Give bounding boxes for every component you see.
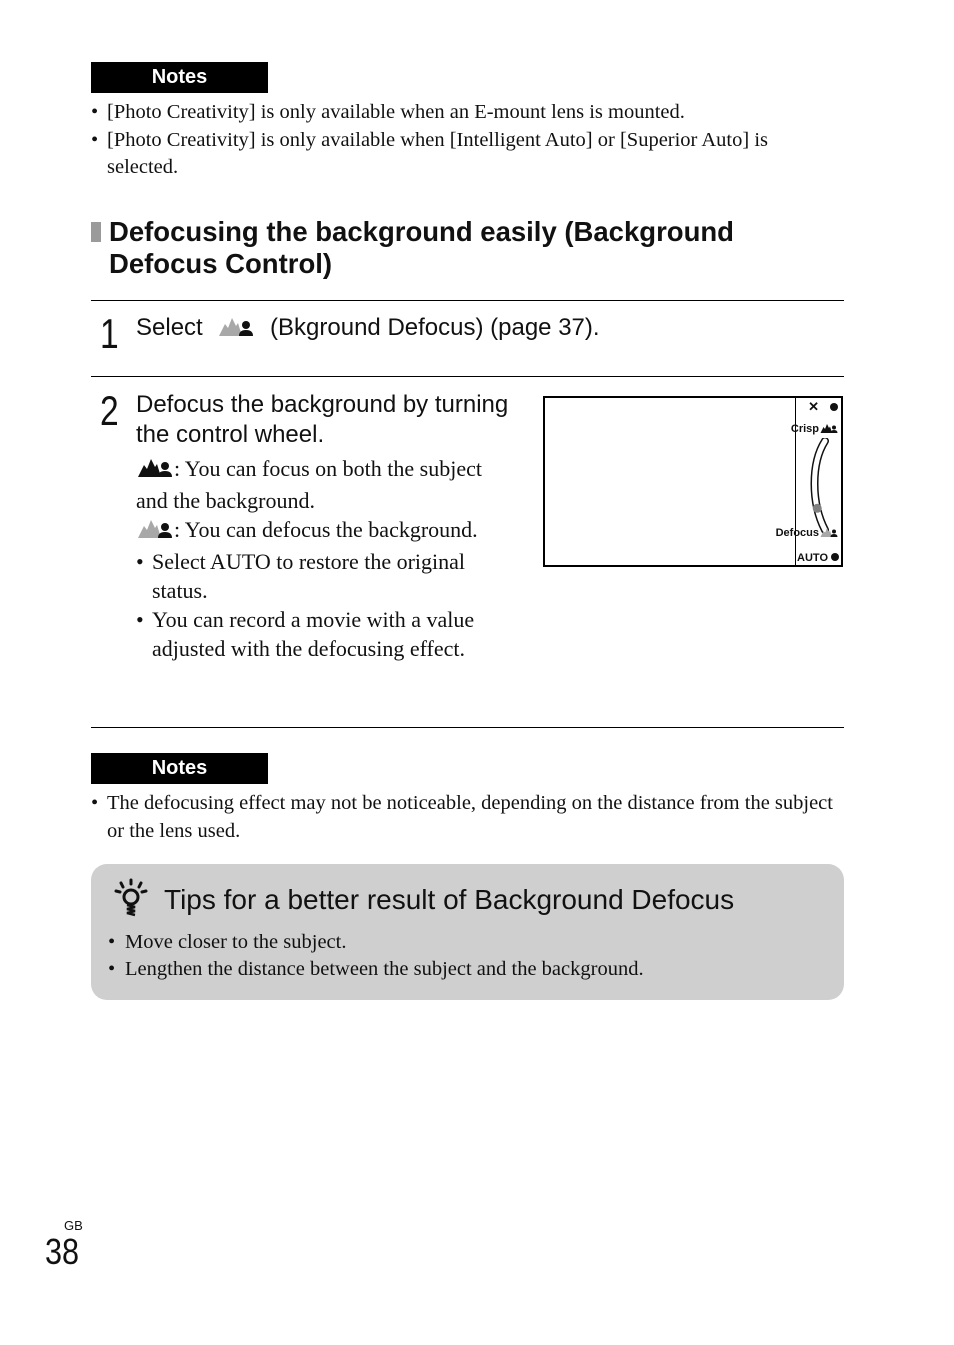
divider: [91, 376, 844, 377]
close-icon: ✕: [808, 399, 819, 414]
close-button-dot: [830, 403, 838, 411]
crisp-description: : You can focus on both the subject and …: [136, 454, 516, 515]
slider-knob: [812, 503, 822, 513]
auto-button-dot: [831, 553, 839, 561]
note-item: The defocusing effect may not be noticea…: [91, 790, 841, 845]
tip-item: Move closer to the subject.: [108, 929, 644, 956]
step1-text-before: Select: [136, 314, 203, 341]
divider: [91, 300, 844, 301]
defocus-slider[interactable]: [807, 438, 833, 533]
step-number: 2: [100, 387, 119, 434]
lightbulb-icon: [114, 878, 148, 917]
crisp-text: : You can focus on both the subject and …: [136, 456, 482, 513]
tips-box: Tips for a better result of Background D…: [91, 864, 844, 1000]
tip-item: Lengthen the distance between the subjec…: [108, 956, 644, 983]
section-heading: Defocusing the background easily (Backgr…: [91, 216, 831, 280]
notes-list: The defocusing effect may not be noticea…: [91, 790, 841, 845]
notes-list: [Photo Creativity] is only available whe…: [91, 99, 841, 182]
step2-bullet: You can record a movie with a value adju…: [136, 605, 516, 663]
defocus-icon: [136, 516, 174, 547]
camera-screen-illustration: ✕ Crisp Defocus AUTO: [543, 396, 843, 567]
crisp-icon: [136, 455, 174, 486]
step2-details: : You can focus on both the subject and …: [136, 454, 516, 663]
step-number: 1: [100, 310, 119, 357]
step1-instruction: Select (Bkground Defocus) (page 37).: [136, 313, 600, 346]
notes-badge: Notes: [91, 62, 268, 93]
step2-instruction: Defocus the background by turning the co…: [136, 391, 509, 448]
divider: [91, 727, 844, 728]
defocus-icon: [820, 528, 838, 537]
defocus-description: : You can defocus the background.: [136, 515, 516, 547]
page-number: 38: [45, 1231, 80, 1272]
defocus-text: : You can defocus the background.: [174, 517, 478, 542]
crisp-label: Crisp: [790, 423, 819, 435]
auto-label: AUTO: [797, 552, 828, 564]
step1-text-after: (Bkground Defocus) (page 37).: [270, 314, 600, 341]
section-title: Defocusing the background easily (Backgr…: [109, 216, 734, 279]
note-item: [Photo Creativity] is only available whe…: [91, 99, 841, 127]
heading-marker: [91, 222, 101, 242]
note-item: [Photo Creativity] is only available whe…: [91, 127, 841, 182]
crisp-icon: [820, 424, 838, 433]
tips-list: Move closer to the subject. Lengthen the…: [108, 929, 644, 983]
background-defocus-icon: [217, 314, 255, 346]
defocus-label: Defocus: [775, 527, 819, 539]
tips-title: Tips for a better result of Background D…: [164, 884, 735, 915]
step2-bullet: Select AUTO to restore the original stat…: [136, 547, 516, 605]
notes-badge: Notes: [91, 753, 268, 784]
